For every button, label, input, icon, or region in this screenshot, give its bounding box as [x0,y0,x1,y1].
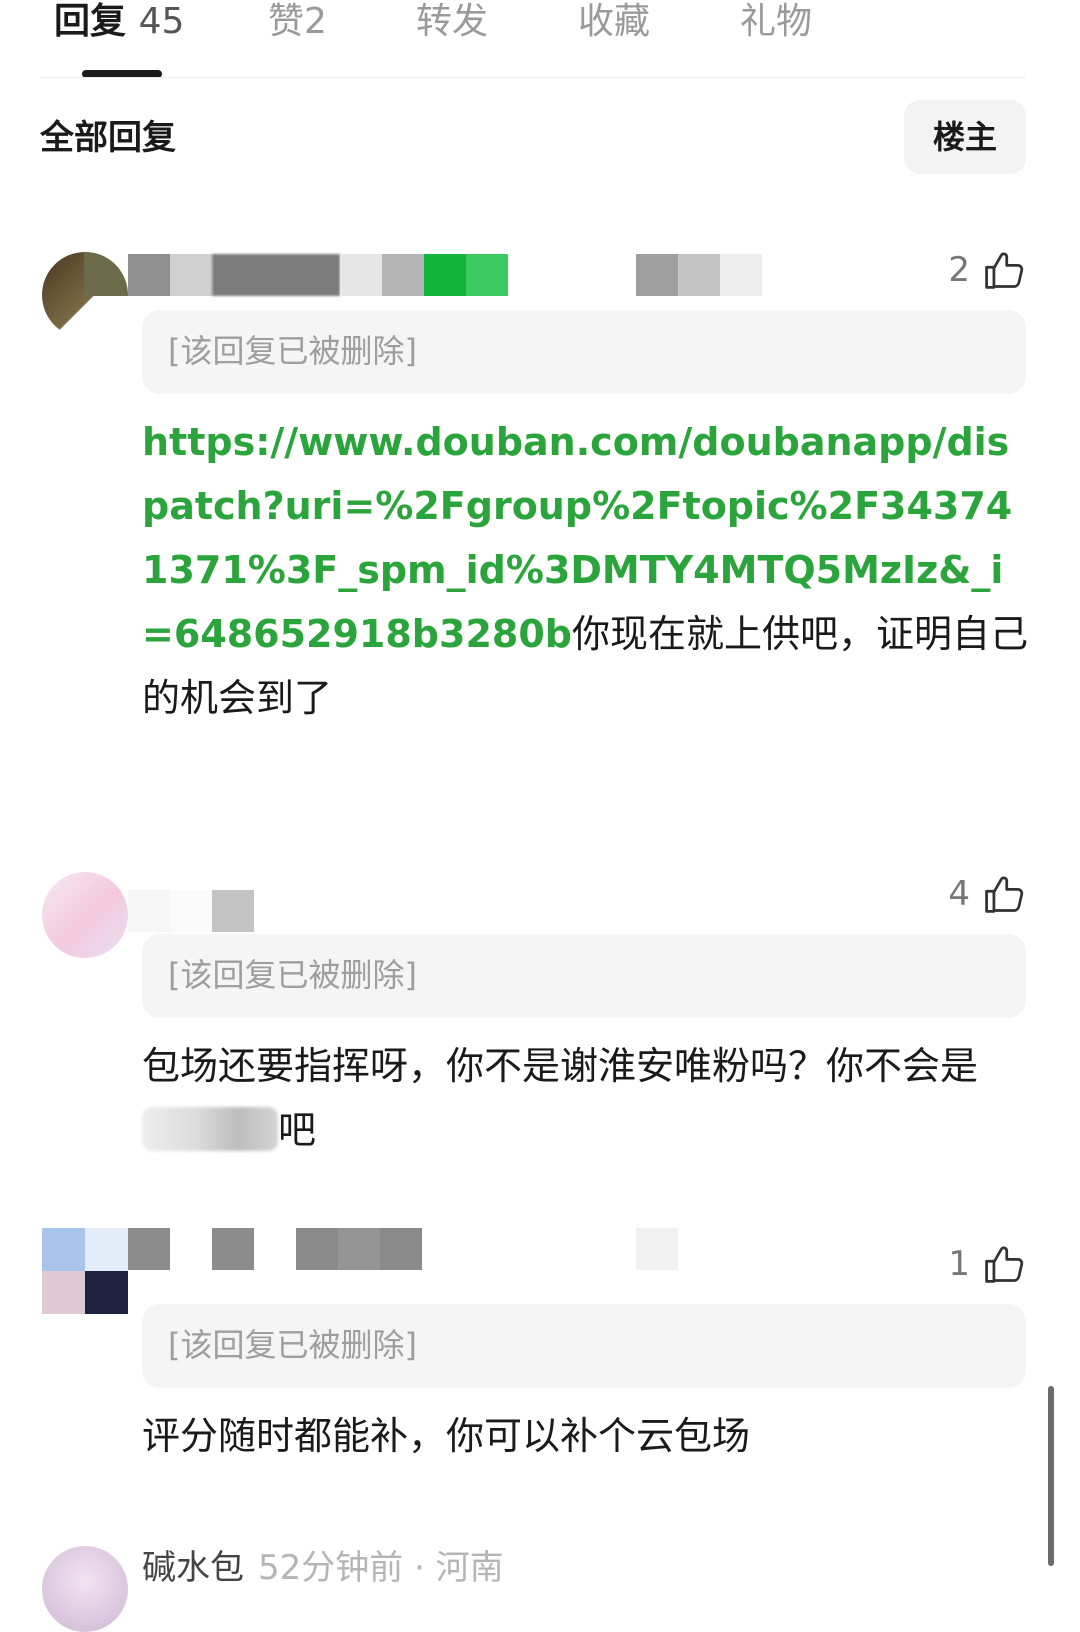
quoted-reply[interactable]: [该回复已被删除] [142,310,1026,394]
quoted-reply-text: [该回复已被删除] [168,956,417,994]
pixel-block [636,254,678,296]
pixel-block [128,890,170,932]
reply-text-body: 评分随时都能补，你可以补个云包场 [142,1414,751,1458]
thumbs-up-icon [985,876,1024,913]
tab-collections-label: 收藏 [578,1,651,42]
reply-tab-bar: 回复 45 赞2 转发 收藏 礼物 [0,0,1080,80]
tab-likes-label: 赞 [268,1,305,42]
like-button[interactable]: 4 [948,872,1026,916]
like-button[interactable]: 1 [948,1242,1026,1286]
tab-replies[interactable]: 回复 45 [54,0,184,44]
tab-likes[interactable]: 赞2 [268,0,327,44]
pixel-block [170,890,212,932]
avatar[interactable] [42,1228,128,1314]
reply-text-after: 吧 [278,1108,317,1152]
tab-gifts-label: 礼物 [740,1,813,42]
quoted-reply-text: [该回复已被删除] [168,1326,417,1364]
avatar-pixel [42,1228,85,1271]
avatar[interactable] [42,872,128,958]
quoted-reply-text: [该回复已被删除] [168,332,417,370]
comment-item: 1 [该回复已被删除] 评分随时都能补，你可以补个云包场 [0,1228,1080,1488]
all-replies-title: 全部回复 [40,118,176,158]
scrollbar[interactable] [1048,1386,1054,1566]
avatar[interactable] [42,252,128,338]
tab-reposts-label: 转发 [416,1,489,42]
pixel-block [382,254,424,296]
comment-item: 2 [该回复已被删除] https://www.douban.com/douba… [0,230,1080,810]
tab-reposts[interactable]: 转发 [416,0,488,44]
pixel-block [170,254,212,296]
thumbs-up-icon [985,252,1024,289]
tab-collections[interactable]: 收藏 [578,0,650,44]
redacted-name [142,1107,278,1151]
avatar-pixel [85,1228,128,1271]
avatar[interactable] [42,1546,128,1632]
pixel-block [128,254,170,296]
tab-replies-count: 45 [138,1,185,42]
like-count: 2 [948,250,970,290]
tab-likes-count: 2 [304,1,327,42]
reply-text-before: 包场还要指挥呀，你不是谢淮安唯粉吗？你不会是 [142,1044,979,1088]
quoted-reply[interactable]: [该回复已被删除] [142,934,1026,1018]
pixel-block [212,890,254,932]
op-only-button[interactable]: 楼主 [904,100,1026,174]
pixel-block [128,1228,170,1270]
pixel-block [636,1228,678,1270]
next-comment-meta: 碱水包 52分钟前 · 河南 [142,1546,504,1590]
avatar-pixel [84,252,128,296]
username-pixelated[interactable] [128,254,764,296]
pixel-block [212,1228,254,1270]
username-pixelated[interactable] [128,1228,680,1270]
like-button[interactable]: 2 [948,248,1026,292]
timestamp-location: 52分钟前 · 河南 [258,1548,504,1588]
like-count: 4 [948,874,970,914]
username-pixelated[interactable] [128,890,256,932]
reply-content: 评分随时都能补，你可以补个云包场 [142,1404,1032,1468]
tab-replies-label: 回复 [54,1,127,42]
reply-content: 包场还要指挥呀，你不是谢淮安唯粉吗？你不会是吧 [142,1034,1032,1162]
pixel-block [340,254,382,296]
reply-content: https://www.douban.com/doubanapp/dispatc… [142,410,1032,730]
username[interactable]: 碱水包 [142,1548,244,1588]
pixel-block [720,254,762,296]
thumbs-up-icon [985,1246,1024,1283]
avatar-pixel [42,1271,85,1314]
pixel-block [296,1228,338,1270]
tab-gifts[interactable]: 礼物 [740,0,812,44]
tab-divider [40,77,1026,78]
avatar-pixel [85,1271,128,1314]
pixel-block [338,1228,380,1270]
pixel-block [466,254,508,296]
quoted-reply[interactable]: [该回复已被删除] [142,1304,1026,1388]
comment-item: 4 [该回复已被删除] 包场还要指挥呀，你不是谢淮安唯粉吗？你不会是吧 [0,858,1080,1178]
pixel-block [424,254,466,296]
pixel-block [212,254,340,296]
pixel-block [678,254,720,296]
pixel-block [380,1228,422,1270]
like-count: 1 [948,1244,970,1284]
